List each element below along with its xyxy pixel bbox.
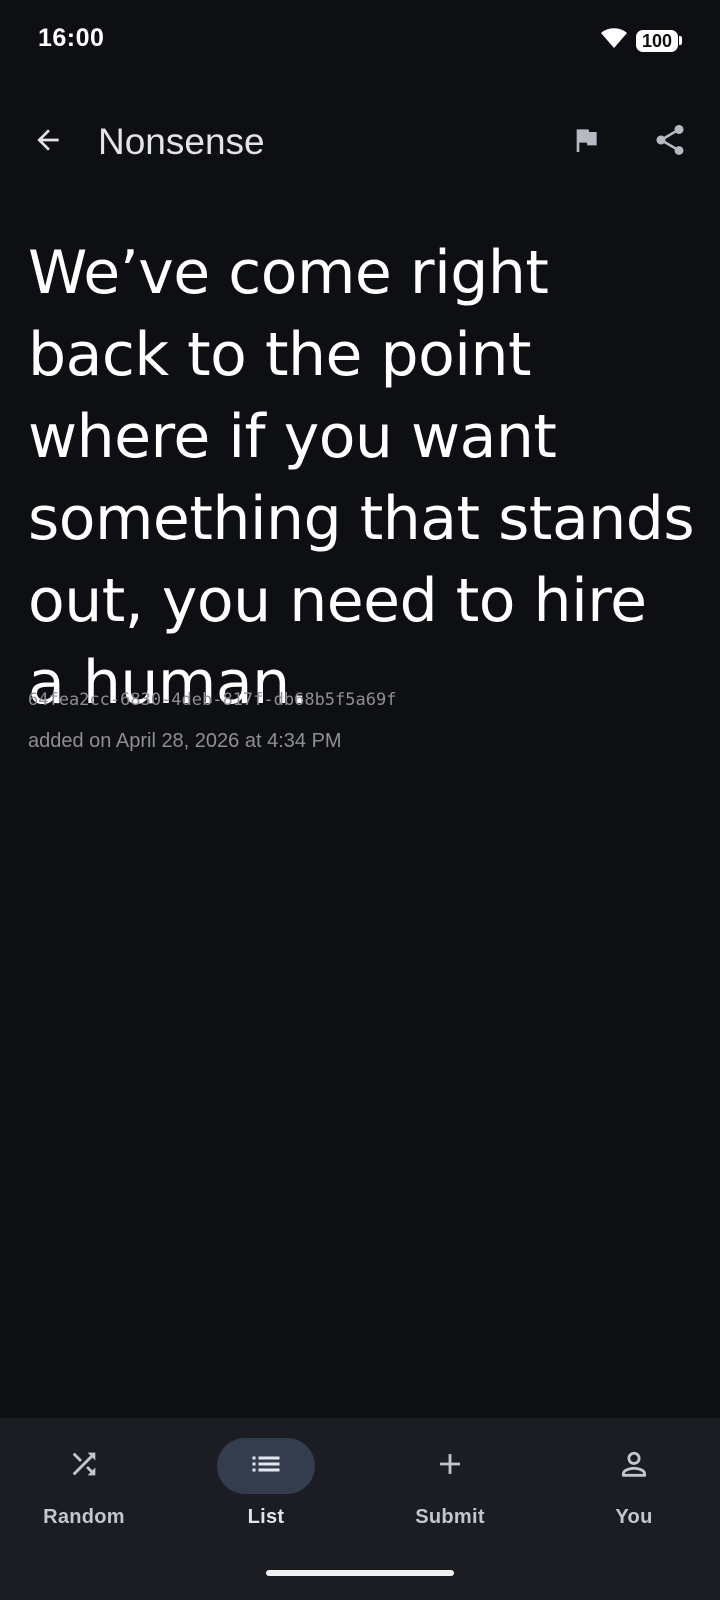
shuffle-icon: [67, 1447, 101, 1486]
quote-id: 64fea2cc-6830-4deb-817f-db68b5f5a69f: [28, 690, 397, 710]
list-icon: [248, 1446, 284, 1487]
nav-icon-container: [401, 1438, 499, 1494]
status-icons: 100: [600, 26, 682, 55]
arrow-back-icon: [32, 124, 64, 161]
nav-label-submit: Submit: [415, 1506, 485, 1528]
nav-icon-container: [35, 1438, 133, 1494]
flag-icon: [570, 124, 602, 161]
nav-label-you: You: [615, 1506, 653, 1528]
nav-icon-container: [585, 1438, 683, 1494]
quote-added-date: added on April 28, 2026 at 4:34 PM: [28, 730, 342, 752]
quote-text: We’ve come right back to the point where…: [28, 238, 695, 718]
share-button[interactable]: [644, 116, 696, 168]
nav-item-random[interactable]: Random: [14, 1438, 154, 1558]
home-indicator[interactable]: [266, 1570, 454, 1576]
battery-level: 100: [636, 29, 678, 52]
nav-item-list[interactable]: List: [196, 1438, 336, 1558]
battery-icon: 100: [636, 29, 682, 52]
nav-item-submit[interactable]: Submit: [380, 1438, 520, 1558]
status-time: 16:00: [38, 24, 105, 52]
status-bar: 16:00 100: [0, 0, 720, 84]
page-title: Nonsense: [98, 121, 265, 162]
back-button[interactable]: [22, 116, 74, 168]
share-icon: [652, 122, 688, 163]
plus-icon: [433, 1447, 467, 1486]
person-icon: [617, 1447, 651, 1486]
nav-icon-container-active: [217, 1438, 315, 1494]
wifi-icon: [600, 26, 628, 55]
app-bar: Nonsense: [0, 100, 720, 184]
nav-label-random: Random: [43, 1506, 125, 1528]
nav-item-you[interactable]: You: [564, 1438, 704, 1558]
battery-tip: [679, 36, 682, 45]
screen: 16:00 100 Nonsense We’ve come right back…: [0, 0, 720, 1600]
report-button[interactable]: [560, 116, 612, 168]
nav-label-list: List: [247, 1506, 285, 1528]
